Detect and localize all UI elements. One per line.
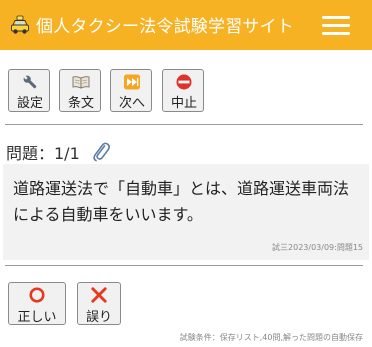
correct-button[interactable]: 正しい	[8, 282, 66, 325]
taxi-icon	[11, 15, 29, 34]
paperclip-icon[interactable]	[91, 140, 111, 162]
articles-label: 条文	[67, 96, 94, 111]
app-title: 個人タクシー法令試験学習サイト	[36, 17, 294, 37]
wrong-button[interactable]: 誤り	[77, 282, 121, 325]
divider-bottom	[5, 265, 363, 266]
hamburger-menu-icon[interactable]	[322, 14, 350, 36]
next-label: 次へ	[118, 96, 145, 111]
stop-button[interactable]: 中止	[162, 69, 204, 112]
wrench-icon	[23, 75, 37, 89]
app-header: 個人タクシー法令試験学習サイト	[0, 0, 372, 50]
settings-label: 設定	[16, 96, 43, 111]
no-entry-icon	[176, 74, 192, 90]
articles-button[interactable]: 条文	[59, 69, 101, 112]
correct-label: 正しい	[17, 310, 57, 325]
next-button[interactable]: 次へ	[110, 69, 152, 112]
next-track-icon	[124, 74, 140, 90]
wrong-label: 誤り	[85, 310, 112, 325]
question-card: 道路運送法で「自動車」とは、道路運送車両法による自動車をいいます。 試三2023…	[3, 164, 369, 260]
question-source: 試三2023/03/09:問題15	[272, 243, 363, 252]
circle-icon	[29, 287, 45, 303]
stop-label: 中止	[170, 96, 197, 111]
settings-button[interactable]: 設定	[8, 69, 50, 112]
question-text: 道路運送法で「自動車」とは、道路運送車両法による自動車をいいます。	[13, 179, 350, 224]
book-icon	[72, 76, 90, 89]
exam-conditions-note: 試験条件：保存リスト,40問,解った問題の自動保存	[179, 333, 363, 342]
cross-icon	[91, 287, 107, 303]
divider-top	[5, 124, 363, 125]
question-number: 問題：1/1	[6, 144, 80, 163]
